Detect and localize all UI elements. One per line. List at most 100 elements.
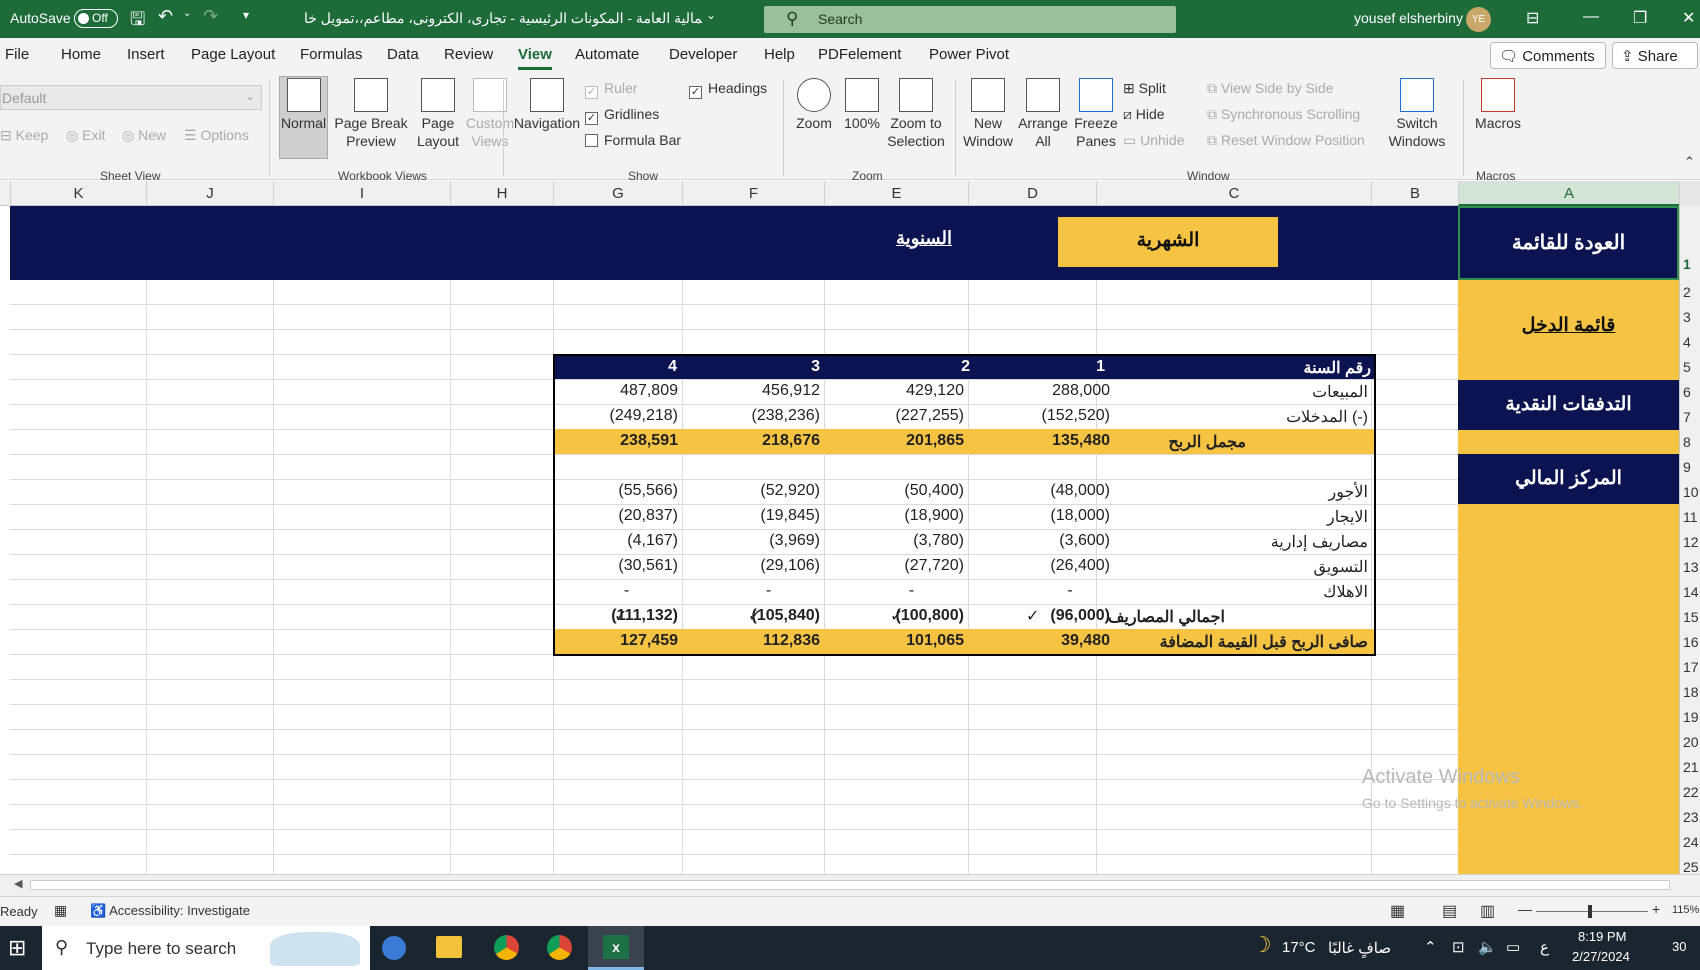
hide-button[interactable]: ⧄ Hide	[1123, 106, 1165, 123]
tab-data[interactable]: Data	[387, 46, 419, 63]
column-header[interactable]: A	[1458, 181, 1679, 206]
row-header[interactable]: 21	[1680, 759, 1700, 775]
horizontal-scrollbar[interactable]: ◀	[0, 874, 1700, 896]
value-cell[interactable]: (238,236)	[697, 407, 821, 425]
value-cell[interactable]: (105,840)	[697, 607, 821, 625]
value-cell[interactable]: 288,000	[1010, 382, 1110, 400]
tab-view[interactable]: View	[518, 46, 552, 70]
value-cell[interactable]: -	[1010, 582, 1110, 600]
value-cell[interactable]: 135,480	[1010, 432, 1110, 450]
save-icon[interactable]: 🖫	[130, 7, 145, 37]
show-hidden-icons-icon[interactable]: ⌃	[1424, 938, 1437, 956]
row-header[interactable]: 18	[1680, 684, 1700, 700]
value-cell[interactable]: 429,120	[839, 382, 964, 400]
value-cell[interactable]: (96,000)	[1010, 607, 1110, 625]
weather-temp[interactable]: 17°C	[1282, 939, 1316, 956]
row-header[interactable]: 8	[1680, 434, 1700, 450]
row-header[interactable]: 3	[1680, 309, 1700, 325]
value-cell[interactable]: (27,720)	[839, 557, 964, 575]
undo-dropdown-icon[interactable]: ⌄	[183, 8, 191, 19]
row-header[interactable]: 4	[1680, 334, 1700, 350]
monthly-button[interactable]: الشهرية	[1058, 217, 1278, 267]
row-header[interactable]: 22	[1680, 784, 1700, 800]
value-cell[interactable]: (30,561)	[555, 557, 678, 575]
scroll-left-icon[interactable]: ◀	[14, 877, 22, 890]
column-header[interactable]: I	[273, 181, 450, 206]
value-cell[interactable]: 127,459	[555, 632, 678, 650]
column-header[interactable]: C	[1096, 181, 1371, 206]
chrome-icon[interactable]	[494, 935, 519, 960]
worksheet-grid[interactable]: الشهرية السنوية العودة للقائمة قائمة الد…	[10, 206, 1679, 874]
row-header[interactable]: 2	[1680, 284, 1700, 300]
avatar[interactable]: YE	[1466, 7, 1491, 32]
value-cell[interactable]: 487,809	[555, 382, 678, 400]
network-icon[interactable]: ⊡	[1452, 938, 1465, 956]
tab-help[interactable]: Help	[764, 46, 795, 63]
zoom-level[interactable]: 115%	[1672, 904, 1699, 916]
battery-icon[interactable]: ▭	[1506, 938, 1520, 956]
row-header[interactable]: 16	[1680, 634, 1700, 650]
tab-formulas[interactable]: Formulas	[300, 46, 363, 63]
back-to-list-button[interactable]: العودة للقائمة	[1458, 206, 1679, 280]
notification-count[interactable]: 30	[1672, 939, 1686, 954]
formula-bar-checkbox[interactable]: Formula Bar	[585, 132, 681, 148]
headings-checkbox[interactable]: ✓ Headings	[689, 80, 767, 99]
autosave-toggle[interactable]: Off	[74, 9, 118, 28]
search-box[interactable]: ⚲ Search	[764, 6, 1176, 33]
row-header[interactable]: 20	[1680, 734, 1700, 750]
value-cell[interactable]: (152,520)	[1010, 407, 1111, 425]
restore-icon[interactable]: ❐	[1633, 8, 1647, 28]
macros-button[interactable]: Macros	[1472, 78, 1524, 132]
row-header[interactable]: 12	[1680, 534, 1700, 550]
row-header[interactable]: 6	[1680, 384, 1700, 400]
new-window-button[interactable]: New Window	[962, 78, 1014, 150]
clock-time[interactable]: 8:19 PM	[1578, 929, 1626, 944]
excel-taskbar-button[interactable]: x	[588, 926, 644, 970]
page-layout-view-button[interactable]: Page Layout	[414, 78, 462, 150]
document-title[interactable]: المالية العامة - المكونات الرئيسية - تجا…	[304, 10, 702, 27]
income-statement-link[interactable]: قائمة الدخل	[1458, 314, 1679, 337]
clock-date[interactable]: 2/27/2024	[1572, 949, 1630, 964]
value-cell[interactable]: 39,480	[1010, 632, 1110, 650]
zoom-button[interactable]: Zoom	[792, 78, 836, 132]
taskbar-search-box[interactable]: ⚲ Type here to search	[42, 926, 370, 970]
value-cell[interactable]: (227,255)	[839, 407, 965, 425]
chrome-profile-icon[interactable]	[547, 935, 572, 960]
sheet-view-dropdown[interactable]: Default ⌄	[0, 85, 262, 110]
arrange-all-button[interactable]: Arrange All	[1017, 78, 1069, 150]
accessibility-button[interactable]: ♿ Accessibility: Investigate	[90, 903, 250, 919]
value-cell[interactable]: (3,600)	[1010, 532, 1110, 550]
language-indicator[interactable]: ع	[1540, 938, 1549, 956]
tab-review[interactable]: Review	[444, 46, 493, 63]
financial-position-button[interactable]: المركز المالي	[1458, 467, 1679, 490]
cash-flow-button[interactable]: التدفقات النقدية	[1458, 393, 1679, 416]
redo-icon[interactable]: ↷	[203, 6, 218, 27]
freeze-panes-button[interactable]: Freeze Panes	[1070, 78, 1122, 150]
row-header[interactable]: 7	[1680, 409, 1700, 425]
split-button[interactable]: ⊞ Split	[1123, 80, 1166, 97]
value-cell[interactable]: (29,106)	[697, 557, 820, 575]
tab-home[interactable]: Home	[61, 46, 101, 63]
value-cell[interactable]: (19,845)	[697, 507, 820, 525]
value-cell[interactable]: (18,900)	[839, 507, 964, 525]
minimize-icon[interactable]: —	[1583, 8, 1599, 26]
column-header[interactable]: E	[824, 181, 968, 206]
undo-icon[interactable]: ↶	[158, 6, 173, 27]
value-cell[interactable]: (26,400)	[1010, 557, 1110, 575]
zoom-out-icon[interactable]: —	[1518, 901, 1532, 917]
column-header[interactable]: F	[682, 181, 824, 206]
value-cell[interactable]: 201,865	[839, 432, 964, 450]
macro-record-icon[interactable]: ▦	[54, 902, 67, 919]
weather-text[interactable]: صافٍ غالبًا	[1328, 939, 1391, 957]
comments-button[interactable]: 🗨 Comments	[1490, 42, 1606, 69]
row-header[interactable]: 11	[1680, 509, 1700, 525]
value-cell[interactable]: -	[839, 582, 964, 600]
tab-page-layout[interactable]: Page Layout	[191, 46, 275, 63]
zoom-to-selection-button[interactable]: Zoom to Selection	[884, 78, 948, 150]
value-cell[interactable]: 218,676	[697, 432, 820, 450]
value-cell[interactable]: (18,000)	[1010, 507, 1110, 525]
page-break-preview-button[interactable]: Page Break Preview	[331, 78, 411, 150]
value-cell[interactable]: (100,800)	[839, 607, 965, 625]
column-header[interactable]: G	[553, 181, 682, 206]
ribbon-display-icon[interactable]: ⊟	[1526, 8, 1539, 28]
